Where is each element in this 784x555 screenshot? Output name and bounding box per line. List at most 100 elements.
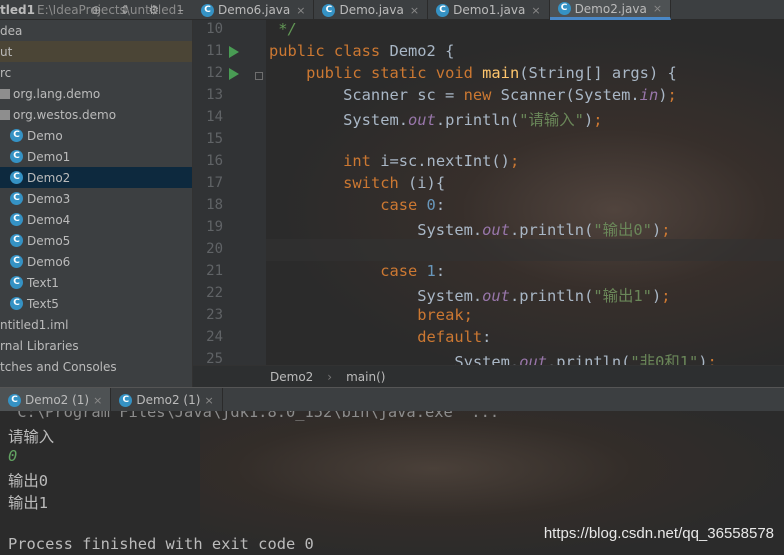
tab-label: Demo6.java [218,3,291,17]
breadcrumb-method[interactable]: main() [346,370,385,384]
tree-item[interactable]: C Demo1 [0,146,192,167]
java-class-icon: C [8,393,21,407]
tree-item[interactable]: C Demo5 [0,230,192,251]
watermark: https://blog.csdn.net/qq_36558578 [543,525,774,542]
run-tab-label: Demo2 (1) [136,393,201,407]
run-gutter-icon[interactable] [229,68,239,80]
run-tab[interactable]: C Demo2 (1) × [0,388,112,412]
close-icon[interactable]: × [296,4,305,17]
line-number: 11 [206,43,223,59]
tree-item[interactable]: C Demo6 [0,251,192,272]
close-icon[interactable]: × [531,4,540,17]
tree-item[interactable]: tches and Consoles [0,356,192,377]
line-number: 12 [206,65,223,81]
tab-label: Demo.java [339,3,404,17]
tree-item-label: Text1 [27,275,59,290]
tree-item[interactable]: C Demo4 [0,209,192,230]
line-number: 20 [206,241,223,257]
console-line: 输出0 [8,472,49,490]
console-line: 请输入 [8,428,55,446]
tree-item-label: ntitled1.iml [0,317,69,332]
java-class-icon: C [10,297,23,310]
line-number: 14 [206,109,223,125]
editor-tab[interactable]: C Demo1.java × [428,0,550,20]
java-class-icon: C [201,3,214,17]
tree-item[interactable]: ntitled1.iml [0,314,192,335]
code-line[interactable]: default: [269,328,491,346]
line-number: 23 [206,307,223,323]
tree-item[interactable]: C Text5 [0,293,192,314]
tree-item[interactable]: dea [0,20,192,41]
tree-item-label: Demo [27,128,63,143]
close-icon[interactable]: × [653,2,662,15]
java-class-icon: C [10,171,23,184]
tree-item[interactable]: rnal Libraries [0,335,192,356]
code-line[interactable]: System.out.println("输出0"); [269,218,670,240]
editor-tabs: C Demo6.java × C Demo.java × C Demo1.java × C Demo… [193,0,672,20]
close-icon[interactable]: × [93,394,102,407]
java-class-icon: C [10,150,23,163]
code-line[interactable]: System.out.println("输出1"); [269,284,670,306]
code-line[interactable]: case 0: [269,196,445,214]
run-gutter-icon[interactable] [229,46,239,58]
line-number: 22 [206,285,223,301]
code-line[interactable]: public static void main(String[] args) { [269,64,677,82]
tree-item[interactable]: C Demo2 [0,167,192,188]
code-line[interactable]: int i=sc.nextInt(); [269,152,519,170]
editor-tab[interactable]: C Demo6.java × [193,0,315,20]
tree-item[interactable]: ut [0,41,192,62]
code-line[interactable]: break; [269,306,473,324]
breadcrumb-class[interactable]: Demo2 [270,370,313,384]
line-number: 25 [206,351,223,365]
tree-item[interactable]: org.lang.demo [0,83,192,104]
java-class-icon: C [10,234,23,247]
tree-item-label: rnal Libraries [0,338,79,353]
java-class-icon: C [10,276,23,289]
code-line[interactable]: public class Demo2 { [269,42,454,60]
code-line[interactable]: */ [269,20,297,38]
line-number: 21 [206,263,223,279]
tree-item-label: ut [0,44,13,59]
code-line[interactable]: System.out.println("非0和1"); [269,350,717,365]
console-line: Process finished with exit code 0 [8,535,314,553]
tree-item-label: Demo5 [27,233,71,248]
run-console[interactable]: C:\Program Files\Java\jdk1.8.0_152\bin\j… [0,411,784,555]
java-class-icon: C [10,255,23,268]
tree-item-label: Demo2 [27,170,71,185]
java-class-icon: C [436,3,450,17]
tree-item-label: rc [0,65,12,80]
line-number: 18 [206,197,223,213]
editor-tab[interactable]: C Demo2.java × [549,0,672,20]
gear-icon[interactable]: ⚙ [148,3,159,17]
hide-icon[interactable]: – [178,3,184,17]
tree-item-label: dea [0,23,23,38]
tree-item[interactable]: C Text1 [0,272,192,293]
java-class-icon: C [10,192,23,205]
close-icon[interactable]: × [204,394,213,407]
breadcrumb-separator: › [327,369,333,384]
code-line[interactable]: System.out.println("请输入"); [269,108,602,130]
tree-item-label: tches and Consoles [0,359,117,374]
close-icon[interactable]: × [410,4,419,17]
java-class-icon: C [557,2,571,15]
target-icon[interactable]: ⊕ [91,3,101,17]
code-line[interactable]: switch (i){ [269,174,445,192]
tree-item-label: Text5 [27,296,59,311]
editor-tab[interactable]: C Demo.java × [314,0,429,20]
java-class-icon: C [322,3,336,17]
line-number: 15 [206,131,223,147]
line-number: 24 [206,329,223,345]
run-tab[interactable]: C Demo2 (1) × [111,388,223,412]
code-line[interactable]: Scanner sc = new Scanner(System.in); [269,86,677,104]
tree-item[interactable]: org.westos.demo [0,104,192,125]
collapse-icon[interactable]: ⇕ [120,3,130,17]
package-icon [0,88,10,99]
tree-item[interactable]: C Demo [0,125,192,146]
fold-icon[interactable] [255,72,263,80]
project-tree: dea ut rc org.lang.demo org.westos.demo C Demo… [0,20,193,387]
code-editor[interactable]: 10 11 12 13 14 15 16 17 18 19 20 21 22 23 24 25 */ publi… [193,20,784,365]
tree-item[interactable]: rc [0,62,192,83]
code-line[interactable]: case 1: [269,262,445,280]
tree-item[interactable]: C Demo3 [0,188,192,209]
java-class-icon: C [10,129,23,142]
